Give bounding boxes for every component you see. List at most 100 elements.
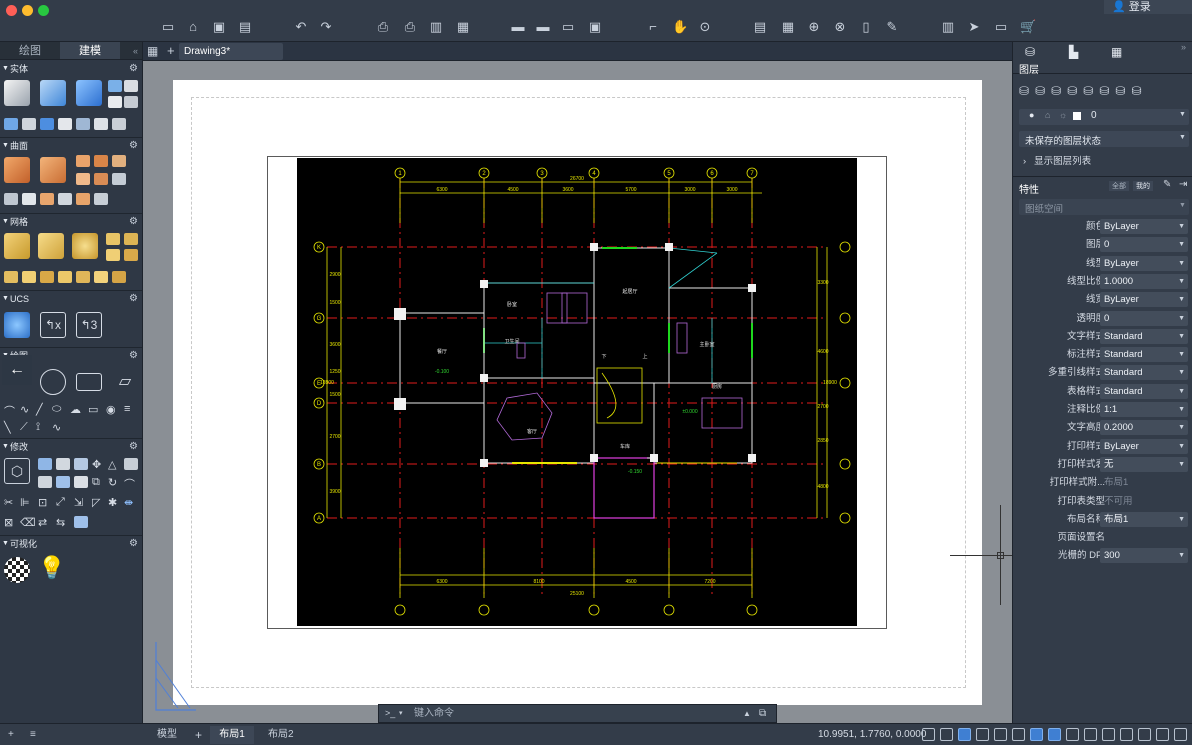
sweep-icon[interactable] [40,118,54,130]
fillet-surface-icon[interactable] [112,155,126,167]
property-value[interactable]: ByLayer ▼ [1100,219,1188,234]
publish-icon[interactable]: ▥ [428,20,444,34]
tab-modeling[interactable]: 建模 [60,42,120,59]
mesh-box-icon[interactable] [4,233,30,259]
hatch-icon[interactable]: ≡ [124,403,138,415]
tab-model[interactable]: 模型 [157,726,177,744]
chamfer-icon[interactable]: ◸ [92,496,106,509]
save-as-icon[interactable]: ▤ [237,20,253,34]
gear-icon[interactable]: ⚙ [129,139,138,153]
property-value[interactable]: 布局1 ▼ [1100,511,1188,527]
property-value[interactable]: Standard ▼ [1100,328,1188,344]
send-icon[interactable]: ➤ [966,20,982,34]
zoom-window-button[interactable] [38,5,49,16]
gear-icon[interactable]: ⚙ [129,292,138,306]
workspace-icon[interactable] [1138,728,1151,741]
surface-loft-icon[interactable] [40,193,54,205]
xref-icon[interactable]: ⊕ [806,20,822,34]
layer-isolate-icon[interactable]: ⛁ [1099,84,1115,98]
markup-icon[interactable]: ▥ [940,20,956,34]
my-props-button[interactable]: 我的 [1133,181,1153,191]
property-value[interactable]: 0 ▼ [1100,310,1188,326]
lineweight-toggle-icon[interactable] [1066,728,1079,741]
property-value[interactable]: Standard ▼ [1100,383,1188,399]
gear-icon[interactable]: ⚙ [129,537,138,551]
property-value[interactable]: 0 ▼ [1100,237,1188,253]
extend-icon[interactable]: ⊫ [20,496,34,509]
named-views-icon[interactable]: ▬ [535,20,551,34]
save-icon[interactable]: ▣ [211,20,227,34]
layers-tab-icon[interactable]: ⛁ [1025,45,1043,59]
layer-state-select[interactable]: 未保存的图层状态 ▼ [1019,131,1189,147]
window-icon[interactable]: ▭ [993,20,1009,34]
new-layer-icon[interactable]: ⛁ [1019,84,1035,98]
revcloud-icon[interactable]: ☁ [70,403,84,416]
add-layout-tab-icon[interactable]: + [195,726,202,744]
gear-icon[interactable]: ⚙ [129,349,138,363]
smooth-more-icon[interactable] [106,233,120,245]
chevron-down-icon[interactable]: ▾ [399,705,403,722]
materials-icon[interactable] [4,557,30,583]
viewport-icon[interactable]: ▭ [560,20,576,34]
extrude-face-icon[interactable] [22,271,36,283]
planar-surface-icon[interactable] [58,193,72,205]
presspull-icon[interactable] [4,118,18,130]
collapse-palette-icon[interactable]: « [120,42,142,59]
swap-icon[interactable]: ⇆ [56,516,70,529]
tab-draw[interactable]: 绘图 [0,42,60,59]
polar-toggle-icon[interactable] [994,728,1007,741]
layer-off-icon[interactable]: ⛁ [1051,84,1067,98]
undo-icon[interactable]: ↶ [293,20,309,34]
boundary-icon[interactable]: ▭ [88,403,102,416]
current-layer-select[interactable]: ● ⌂ ☼ 0 ▼ [1019,109,1189,125]
extract-isolines-icon[interactable] [94,193,108,205]
3d-mirror-icon[interactable] [38,476,52,488]
loft-icon[interactable] [22,118,36,130]
copy-icon[interactable]: ⧉ [92,476,106,488]
property-value[interactable]: Standard ▼ [1100,365,1188,381]
gizmo-icon[interactable]: ⬡ [4,458,30,484]
layer-merge-icon[interactable]: ⛁ [1131,84,1147,98]
ellipse-icon[interactable]: ⬭ [52,403,66,415]
property-value[interactable]: 1:1 ▼ [1100,402,1188,417]
cylinder-icon[interactable] [124,80,138,92]
section-header[interactable]: ▼ 修改 ⚙ [0,440,142,454]
patch-icon[interactable] [76,155,90,167]
grid-toggle-icon[interactable] [940,728,953,741]
layout-menu-icon[interactable]: ≡ [30,726,36,744]
crease-icon[interactable] [124,249,138,261]
property-value[interactable]: 无 ▼ [1100,456,1188,472]
open-folder-icon[interactable]: ⌂ [185,20,201,34]
page-setup-icon[interactable]: ▦ [455,20,471,34]
interfere-icon[interactable] [112,118,126,130]
snap-toggle-icon[interactable] [958,728,971,741]
extrude-icon[interactable] [40,80,66,106]
command-input[interactable]: 键入命令 [414,705,454,722]
tab-drawing3[interactable]: Drawing3* [179,43,283,60]
layer-walk-icon[interactable]: ⛁ [1115,84,1131,98]
fillet-icon[interactable]: ⌒ [124,476,138,491]
stretch-icon[interactable]: ⇲ [74,496,88,509]
helix-icon[interactable]: ⟟ [36,421,50,433]
add-layout-icon[interactable]: + [8,726,14,744]
isolate-objects-icon[interactable] [1156,728,1169,741]
section-header[interactable]: ▼ 可视化 ⚙ [0,537,142,551]
blend-surface-icon[interactable] [40,157,66,183]
transparency-toggle-icon[interactable] [1084,728,1097,741]
blocks-tab-icon[interactable]: ▙ [1069,45,1087,59]
all-props-button[interactable]: 全部 [1109,181,1129,191]
property-value[interactable]: ByLayer ▼ [1100,292,1188,308]
isodraft-toggle-icon[interactable] [1012,728,1025,741]
tab-layout1[interactable]: 布局1 [210,726,254,744]
grid-view-icon[interactable]: ▦ [147,44,161,58]
new-file-icon[interactable]: ▭ [160,20,176,34]
3d-array-icon[interactable] [56,476,70,488]
ray-icon[interactable]: ⟋ [20,421,34,433]
smooth-less-icon[interactable] [124,233,138,245]
convert-mesh-icon[interactable] [112,271,126,283]
mirror-icon[interactable]: ⇄ [38,516,52,529]
untrim-icon[interactable] [112,173,126,185]
lights-icon[interactable]: 💡 [38,555,65,581]
refine-mesh-icon[interactable] [106,249,120,261]
explode-icon[interactable]: ✱ [108,496,122,509]
